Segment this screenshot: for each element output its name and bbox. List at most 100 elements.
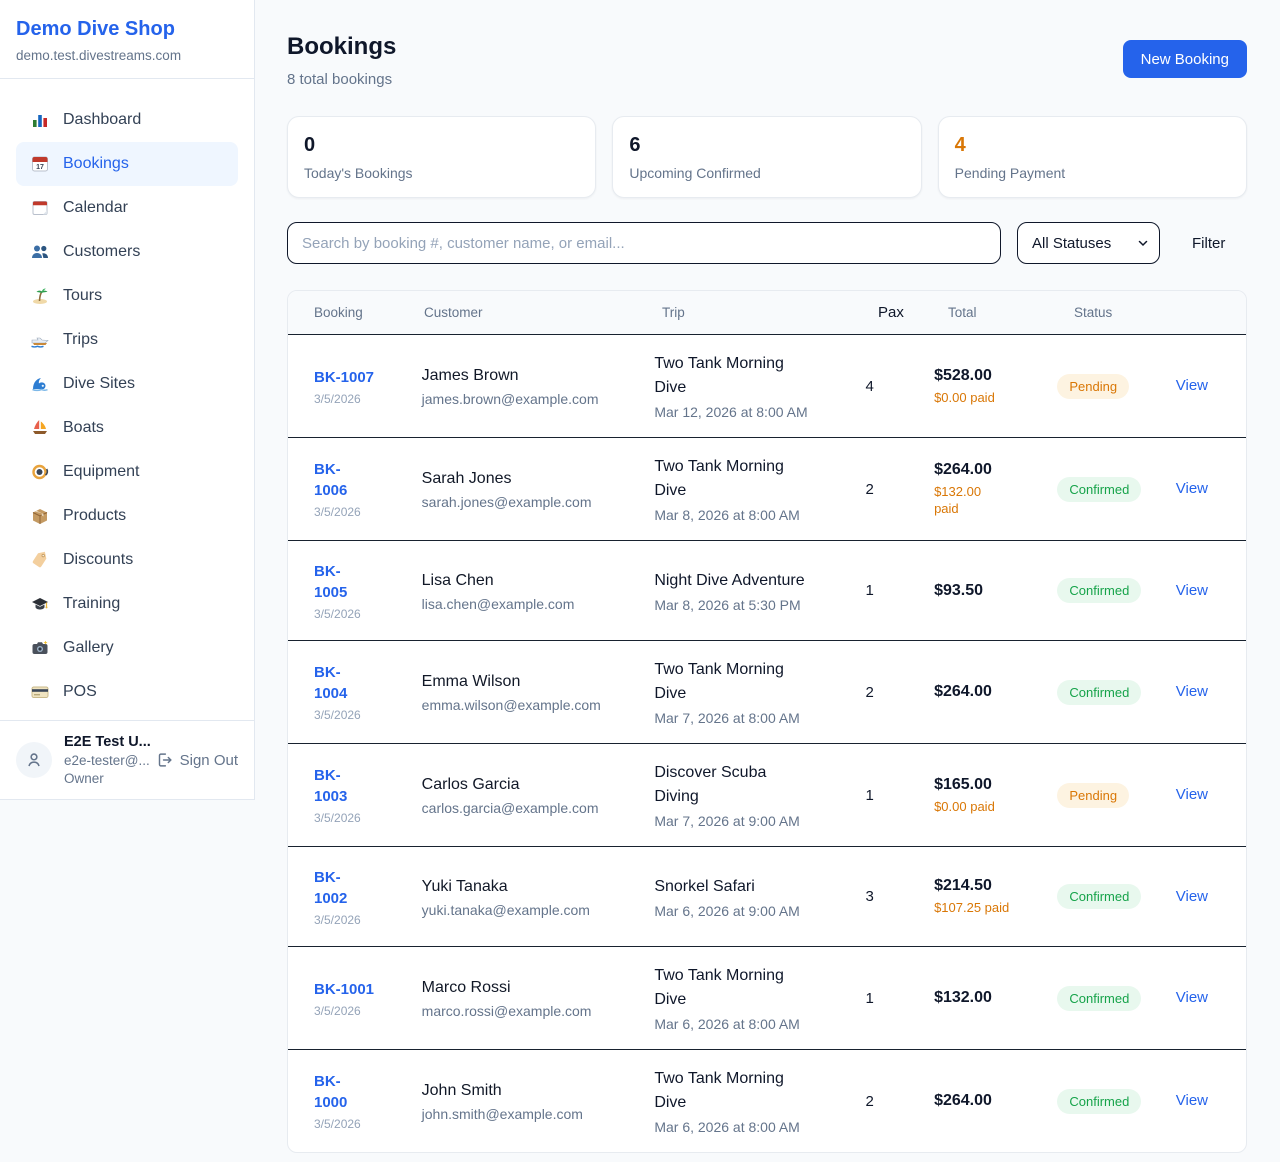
main-content: Bookings 8 total bookings New Booking 0 … <box>255 0 1280 1153</box>
sidebar-item-boats[interactable]: Boats <box>16 406 238 450</box>
sidebar-item-customers[interactable]: Customers <box>16 230 238 274</box>
booking-id-link[interactable]: BK-1004 <box>314 662 354 704</box>
sidebar-item-dashboard[interactable]: Dashboard <box>16 98 238 142</box>
table-row: BK-1007 3/5/2026 James Brown james.brown… <box>288 334 1246 437</box>
view-link[interactable]: View <box>1176 989 1208 1006</box>
avatar <box>16 742 52 778</box>
customer-email: yuki.tanaka@example.com <box>422 902 645 918</box>
view-link[interactable]: View <box>1176 1092 1208 1109</box>
sidebar-item-label: Trips <box>63 331 98 349</box>
status-select[interactable]: All Statuses <box>1017 222 1160 264</box>
table-row: BK-1004 3/5/2026 Emma Wilson emma.wilson… <box>288 640 1246 743</box>
stat-card-todays-bookings: 0 Today's Bookings <box>287 116 596 198</box>
sidebar-item-gallery[interactable]: Gallery <box>16 626 238 670</box>
view-link[interactable]: View <box>1176 683 1208 700</box>
sidebar-item-bookings[interactable]: 17 Bookings <box>16 142 238 186</box>
pax-count: 3 <box>865 888 934 905</box>
sidebar-item-label: Bookings <box>63 155 129 173</box>
column-header-trip: Trip <box>662 305 878 320</box>
sidebar-item-products[interactable]: Products <box>16 494 238 538</box>
sidebar-item-label: Boats <box>63 419 104 437</box>
trip-datetime: Mar 7, 2026 at 9:00 AM <box>654 813 855 829</box>
sign-out-label: Sign Out <box>180 752 238 769</box>
customer-name: Sarah Jones <box>422 468 645 490</box>
customer-name: Marco Rossi <box>422 977 645 999</box>
booking-id-link[interactable]: BK-1001 <box>314 979 374 1000</box>
booking-id-link[interactable]: BK-1005 <box>314 561 354 603</box>
trip-datetime: Mar 8, 2026 at 5:30 PM <box>654 597 855 613</box>
filter-button[interactable]: Filter <box>1192 235 1225 252</box>
stat-card-pending-payment: 4 Pending Payment <box>938 116 1247 198</box>
sidebar-item-label: Training <box>63 595 120 613</box>
training-icon <box>30 594 50 614</box>
user-name: E2E Test U... <box>64 734 151 750</box>
customer-name: Carlos Garcia <box>422 774 645 796</box>
status-badge: Confirmed <box>1057 578 1141 603</box>
table-row: BK-1003 3/5/2026 Carlos Garcia carlos.ga… <box>288 743 1246 846</box>
customer-email: marco.rossi@example.com <box>422 1003 645 1019</box>
sidebar-item-label: Dive Sites <box>63 375 135 393</box>
user-role: Owner <box>64 771 151 786</box>
column-header-customer: Customer <box>424 305 662 320</box>
pax-count: 2 <box>865 684 934 701</box>
customer-email: john.smith@example.com <box>422 1106 645 1122</box>
total-amount: $264.00 <box>934 683 1047 701</box>
sidebar-item-trips[interactable]: Trips <box>16 318 238 362</box>
new-booking-button[interactable]: New Booking <box>1123 40 1247 78</box>
shop-logo-block: Demo Dive Shop demo.test.divestreams.com <box>0 0 254 78</box>
sidebar-item-equipment[interactable]: Equipment <box>16 450 238 494</box>
calendar-icon <box>30 198 50 218</box>
pax-count: 1 <box>865 990 934 1007</box>
sidebar-item-label: Products <box>63 507 126 525</box>
status-badge: Confirmed <box>1057 884 1141 909</box>
user-section: E2E Test U... e2e-tester@... Owner Sign … <box>0 720 254 799</box>
booking-id-link[interactable]: BK-1000 <box>314 1071 354 1113</box>
sidebar-item-pos[interactable]: POS <box>16 670 238 714</box>
status-badge: Confirmed <box>1057 680 1141 705</box>
view-link[interactable]: View <box>1176 480 1208 497</box>
view-link[interactable]: View <box>1176 888 1208 905</box>
pax-count: 4 <box>865 378 934 395</box>
view-link[interactable]: View <box>1176 582 1208 599</box>
page-header: Bookings 8 total bookings New Booking <box>287 33 1247 88</box>
user-info: E2E Test U... e2e-tester@... Owner <box>64 734 151 786</box>
status-select-wrap: All Statuses <box>1017 222 1160 264</box>
customer-name: James Brown <box>422 365 645 387</box>
table-row: BK-1006 3/5/2026 Sarah Jones sarah.jones… <box>288 437 1246 540</box>
booking-id-link[interactable]: BK-1007 <box>314 367 374 388</box>
shop-domain: demo.test.divestreams.com <box>16 48 238 63</box>
paid-amount: $132.00 paid <box>934 483 992 517</box>
sidebar-item-tours[interactable]: Tours <box>16 274 238 318</box>
table-header-row: Booking Customer Trip Pax Total Status <box>288 291 1246 334</box>
page-subtitle: 8 total bookings <box>287 71 396 88</box>
pax-count: 2 <box>865 481 934 498</box>
trip-datetime: Mar 6, 2026 at 9:00 AM <box>654 903 855 919</box>
booking-date: 3/5/2026 <box>314 811 412 825</box>
customer-email: james.brown@example.com <box>422 391 645 407</box>
sidebar-item-discounts[interactable]: Discounts <box>16 538 238 582</box>
booking-id-link[interactable]: BK-1002 <box>314 867 354 909</box>
view-link[interactable]: View <box>1176 786 1208 803</box>
dashboard-icon <box>30 110 50 130</box>
shop-name[interactable]: Demo Dive Shop <box>16 18 238 41</box>
stat-label: Upcoming Confirmed <box>629 165 904 181</box>
page-title: Bookings <box>287 33 396 61</box>
booking-id-link[interactable]: BK-1003 <box>314 765 354 807</box>
trip-name: Two Tank Morning Dive <box>654 1067 812 1115</box>
customer-email: emma.wilson@example.com <box>422 697 645 713</box>
sidebar-item-dive-sites[interactable]: Dive Sites <box>16 362 238 406</box>
view-link[interactable]: View <box>1176 377 1208 394</box>
column-header-booking: Booking <box>314 305 424 320</box>
trip-name: Two Tank Morning Dive <box>654 455 812 503</box>
sidebar-item-label: Customers <box>63 243 140 261</box>
status-badge: Confirmed <box>1057 477 1141 502</box>
sidebar-item-calendar[interactable]: Calendar <box>16 186 238 230</box>
sidebar-item-training[interactable]: Training <box>16 582 238 626</box>
sign-out-button[interactable]: Sign Out <box>155 751 238 769</box>
total-amount: $528.00 <box>934 367 1047 385</box>
search-input[interactable] <box>287 222 1001 264</box>
booking-id-link[interactable]: BK-1006 <box>314 459 354 501</box>
pax-count: 1 <box>865 787 934 804</box>
equipment-icon <box>30 462 50 482</box>
booking-date: 3/5/2026 <box>314 607 412 621</box>
